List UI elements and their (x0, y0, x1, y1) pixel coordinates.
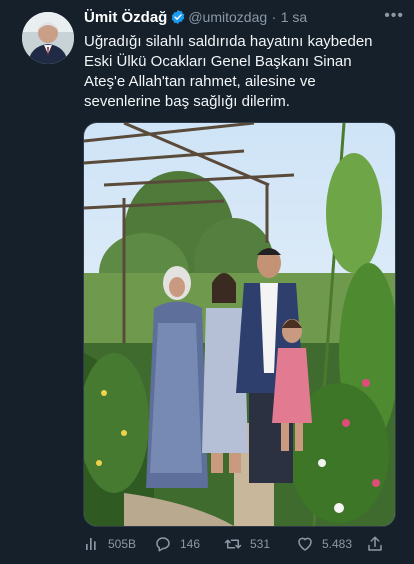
analytics-icon (86, 538, 96, 550)
views-button[interactable]: 505B (84, 532, 136, 556)
tweet-text-line: Ateş'e Allah'tan rahmet, ailesine ve (84, 73, 316, 90)
share-icon (368, 536, 382, 551)
timestamp[interactable]: 1 sa (281, 9, 307, 25)
views-count: 505B (108, 537, 137, 551)
like-button[interactable]: 5.483 (296, 532, 352, 556)
author-handle[interactable]: @umitozdag (188, 9, 267, 25)
tweet-text-line: Uğradığı silahlı saldırıda hayatını kayb… (84, 33, 373, 50)
reply-button[interactable]: 146 (154, 532, 200, 556)
retweet-count: 531 (250, 537, 271, 551)
separator-dot: · (271, 9, 277, 25)
heart-icon (298, 537, 312, 551)
tweet-header: Ümit Özdağ @umitozdag · 1 sa ••• (84, 7, 404, 30)
retweet-button[interactable]: 531 (224, 532, 270, 556)
verified-badge-icon (170, 9, 186, 30)
like-count: 5.483 (322, 537, 353, 551)
share-button[interactable] (366, 532, 392, 556)
reply-count: 146 (180, 537, 201, 551)
retweet-icon (224, 539, 242, 549)
avatar[interactable] (22, 12, 74, 64)
tweet[interactable]: Ümit Özdağ @umitozdag · 1 sa ••• Uğradığı… (0, 0, 414, 564)
tweet-text: Uğradığı silahlı saldırıda hayatını kayb… (84, 32, 399, 112)
more-options-icon[interactable]: ••• (384, 7, 404, 25)
avatar-image (22, 12, 74, 64)
tweet-photo[interactable] (83, 122, 396, 527)
family-garden-photo (84, 123, 395, 526)
reply-icon (156, 537, 170, 552)
tweet-text-line: sevenlerine baş sağlığı dilerim. (84, 93, 290, 110)
author-name[interactable]: Ümit Özdağ (84, 9, 167, 26)
action-bar: 505B 146 531 5.483 (84, 532, 394, 556)
tweet-text-line: Eski Ülkü Ocakları Genel Başkanı Sinan (84, 53, 352, 70)
